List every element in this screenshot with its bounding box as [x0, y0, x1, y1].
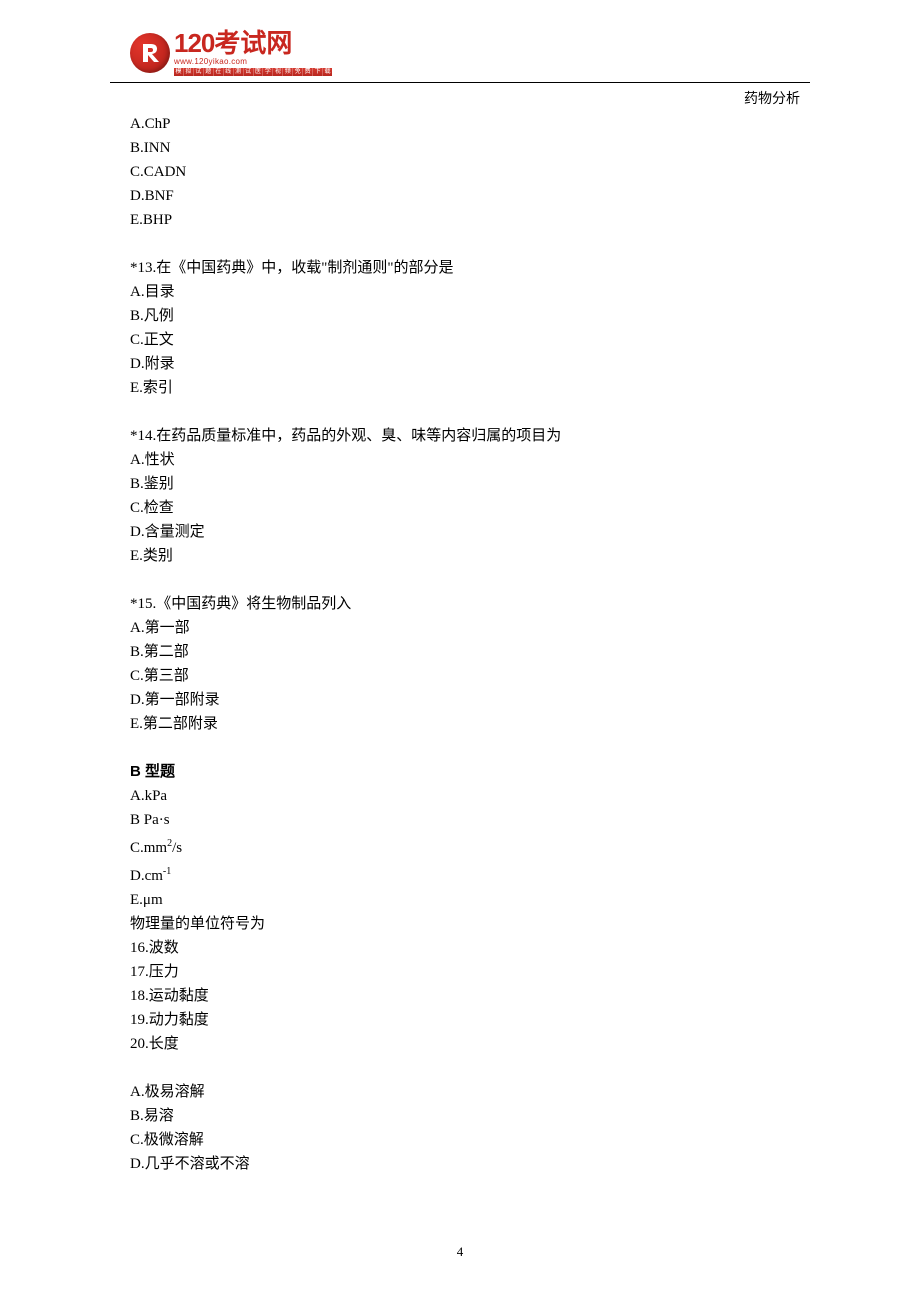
option-c: C.CADN	[130, 160, 790, 184]
logo-glyph-icon	[137, 40, 163, 66]
group-intro: 物理量的单位符号为	[130, 912, 790, 936]
type-b-group-2-options: A.极易溶解 B.易溶 C.极微溶解 D.几乎不溶或不溶	[130, 1080, 790, 1176]
option-e: E.类别	[130, 544, 790, 568]
q12-options: A.ChP B.INN C.CADN D.BNF E.BHP	[130, 112, 790, 232]
site-logo: 120考试网 www.120yikao.com 模拟试题 在线测试 医学视频 免…	[130, 30, 332, 76]
option-d: D.第一部附录	[130, 688, 790, 712]
question-stem: *15.《中国药典》将生物制品列入	[130, 592, 790, 616]
option-b: B.易溶	[130, 1104, 790, 1128]
document-body: A.ChP B.INN C.CADN D.BNF E.BHP *13.在《中国药…	[130, 112, 790, 1200]
item-18: 18.运动黏度	[130, 984, 790, 1008]
section-heading: B 型题	[130, 760, 790, 784]
option-b: B.鉴别	[130, 472, 790, 496]
option-b: B.第二部	[130, 640, 790, 664]
logo-url: www.120yikao.com	[174, 58, 332, 66]
question-stem: *14.在药品质量标准中，药品的外观、臭、味等内容归属的项目为	[130, 424, 790, 448]
option-e: E.μm	[130, 888, 790, 912]
q13: *13.在《中国药典》中，收载"制剂通则"的部分是 A.目录 B.凡例 C.正文…	[130, 256, 790, 400]
option-a: A.第一部	[130, 616, 790, 640]
option-a: A.目录	[130, 280, 790, 304]
item-19: 19.动力黏度	[130, 1008, 790, 1032]
option-d: D.含量测定	[130, 520, 790, 544]
option-a: A.ChP	[130, 112, 790, 136]
header-divider	[110, 82, 810, 83]
option-d: D.cm-1	[130, 860, 790, 888]
option-b: B.凡例	[130, 304, 790, 328]
option-d: D.几乎不溶或不溶	[130, 1152, 790, 1176]
option-a: A.极易溶解	[130, 1080, 790, 1104]
option-e: E.索引	[130, 376, 790, 400]
option-c: C.mm2/s	[130, 832, 790, 860]
q15: *15.《中国药典》将生物制品列入 A.第一部 B.第二部 C.第三部 D.第一…	[130, 592, 790, 736]
item-20: 20.长度	[130, 1032, 790, 1056]
option-d: D.BNF	[130, 184, 790, 208]
option-c: C.正文	[130, 328, 790, 352]
item-16: 16.波数	[130, 936, 790, 960]
type-b-group-1: B 型题 A.kPa B Pa·s C.mm2/s D.cm-1 E.μm 物理…	[130, 760, 790, 1056]
option-e: E.BHP	[130, 208, 790, 232]
option-d: D.附录	[130, 352, 790, 376]
option-c: C.检查	[130, 496, 790, 520]
option-c: C.第三部	[130, 664, 790, 688]
option-e: E.第二部附录	[130, 712, 790, 736]
logo-title: 120考试网	[174, 30, 332, 56]
page-number: 4	[0, 1244, 920, 1260]
logo-badge-icon	[130, 33, 170, 73]
logo-strip: 模拟试题 在线测试 医学视频 免费下载	[174, 68, 332, 76]
question-stem: *13.在《中国药典》中，收载"制剂通则"的部分是	[130, 256, 790, 280]
subject-label: 药物分析	[744, 88, 800, 108]
option-a: A.性状	[130, 448, 790, 472]
option-c: C.极微溶解	[130, 1128, 790, 1152]
option-b: B.INN	[130, 136, 790, 160]
q14: *14.在药品质量标准中，药品的外观、臭、味等内容归属的项目为 A.性状 B.鉴…	[130, 424, 790, 568]
item-17: 17.压力	[130, 960, 790, 984]
option-a: A.kPa	[130, 784, 790, 808]
option-b: B Pa·s	[130, 808, 790, 832]
